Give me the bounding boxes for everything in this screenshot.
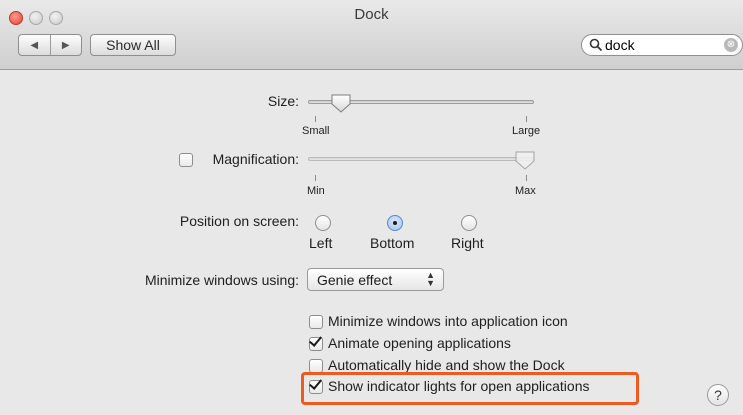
dock-preferences-window: Dock ◀ ▶ Show All ⊗ Size: Small Large Ma…	[0, 0, 743, 415]
indicator-lights-highlight	[301, 372, 639, 405]
auto-hide-dock-checkbox[interactable]	[309, 359, 323, 373]
auto-hide-dock-label: Automatically hide and show the Dock	[328, 357, 565, 373]
window-title: Dock	[354, 6, 389, 23]
minimize-effect-value: Genie effect	[317, 271, 393, 288]
help-button[interactable]: ?	[707, 384, 729, 406]
minimize-effect-popup[interactable]: Genie effect ▲ ▼	[307, 268, 444, 291]
position-label: Position on screen:	[179, 213, 299, 229]
minimize-label: Minimize windows using:	[144, 272, 299, 288]
animate-opening-label: Animate opening applications	[328, 335, 511, 351]
magnification-min-tick	[315, 175, 316, 181]
position-left-label: Left	[309, 235, 333, 251]
magnifier-icon	[589, 38, 603, 52]
magnification-max-label: Max	[515, 185, 536, 197]
magnification-min-label: Min	[307, 185, 325, 197]
forward-icon: ▶	[61, 39, 70, 51]
back-forward-control: ◀ ▶	[18, 34, 82, 56]
clear-search-icon[interactable]: ⊗	[724, 38, 738, 52]
size-label: Size:	[267, 93, 299, 109]
size-slider-thumb[interactable]	[330, 93, 352, 113]
position-bottom-radio[interactable]	[387, 215, 403, 231]
animate-opening-checkbox[interactable]	[309, 337, 323, 351]
position-right-label: Right	[451, 235, 484, 251]
size-min-label: Small	[302, 125, 330, 137]
show-all-button[interactable]: Show All	[90, 34, 176, 56]
back-button[interactable]: ◀	[19, 35, 50, 55]
search-input[interactable]	[603, 37, 705, 53]
position-bottom-label: Bottom	[370, 235, 415, 251]
popup-arrows-icon: ▲ ▼	[426, 270, 435, 288]
position-right-radio[interactable]	[461, 215, 477, 231]
position-left-radio[interactable]	[315, 215, 331, 231]
magnification-slider-track[interactable]	[308, 157, 534, 161]
minimize-into-icon-label: Minimize windows into application icon	[328, 313, 568, 329]
magnification-label: Magnification:	[212, 151, 299, 167]
magnification-slider-thumb[interactable]	[514, 150, 536, 170]
search-field[interactable]: ⊗	[581, 34, 743, 56]
size-min-tick	[315, 116, 316, 122]
forward-button[interactable]: ▶	[49, 35, 82, 55]
magnification-checkbox[interactable]	[179, 153, 193, 167]
magnification-max-tick	[526, 175, 527, 181]
minimize-into-icon-checkbox[interactable]	[309, 315, 323, 329]
size-max-label: Large	[512, 125, 541, 137]
title-toolbar: Dock ◀ ▶ Show All ⊗	[0, 0, 743, 70]
back-icon: ◀	[30, 39, 39, 51]
size-max-tick	[526, 116, 527, 122]
